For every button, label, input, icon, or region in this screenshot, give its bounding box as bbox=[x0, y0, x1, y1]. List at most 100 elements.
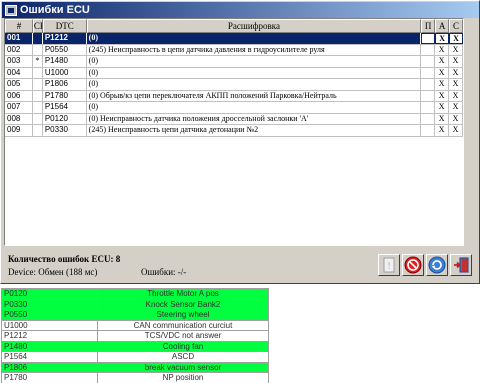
title-bar[interactable]: Ошибки ECU bbox=[2, 2, 479, 18]
error-description: (0) bbox=[87, 56, 422, 67]
dtc-meaning-cell: Knock Sensor Bank2 bbox=[97, 298, 269, 310]
error-flag-p bbox=[421, 44, 436, 55]
dtc-meaning-cell: Steering wheel bbox=[97, 309, 269, 321]
window-title: Ошибки ECU bbox=[20, 4, 90, 16]
error-dtc-code: P1212 bbox=[43, 33, 87, 44]
error-flag-a: X bbox=[435, 125, 450, 136]
error-flag-c: X bbox=[449, 102, 463, 113]
dtc-code-cell: P0120 bbox=[1, 288, 98, 300]
error-flag-c: X bbox=[449, 67, 463, 78]
error-row[interactable]: 002 P0550 (245) Неисправность в цепи датчи… bbox=[5, 44, 463, 56]
error-description: (0) bbox=[87, 102, 422, 113]
error-row[interactable]: 001 P1212 (0) X X bbox=[5, 33, 463, 45]
error-description: (245) Неисправность цепи датчика детонац… bbox=[87, 125, 422, 136]
error-description: (0) bbox=[87, 33, 422, 44]
error-ck-flag: * bbox=[33, 56, 43, 67]
error-dtc-code: P0550 bbox=[43, 44, 87, 55]
error-flag-p bbox=[421, 33, 436, 44]
error-description: (0) bbox=[87, 79, 422, 90]
error-flag-p bbox=[421, 102, 436, 113]
error-number: 006 bbox=[5, 90, 33, 101]
error-ck-flag bbox=[33, 102, 43, 113]
error-flag-c: X bbox=[449, 33, 463, 44]
dtc-code-cell: P1212 bbox=[1, 330, 98, 342]
dtc-code-cell: P1806 bbox=[1, 361, 98, 373]
table-row: U1000 CAN communication curciut bbox=[1, 319, 269, 331]
error-row[interactable]: 004 U1000 (0) X X bbox=[5, 67, 463, 79]
error-row[interactable]: 005 P1806 (0) X X bbox=[5, 79, 463, 91]
dtc-code-cell: P1780 bbox=[1, 372, 98, 383]
exit-door-icon bbox=[454, 257, 469, 273]
dtc-code-cell: P0550 bbox=[1, 309, 98, 321]
error-flag-a: X bbox=[435, 79, 450, 90]
error-dtc-code: P0120 bbox=[43, 113, 87, 124]
error-ck-flag bbox=[33, 67, 43, 78]
dtc-code-cell: P0330 bbox=[1, 298, 98, 310]
table-row: P0330 Knock Sensor Bank2 bbox=[1, 298, 269, 310]
table-row: P1780 NP position bbox=[1, 372, 269, 383]
table-row: P0550 Steering wheel bbox=[1, 309, 269, 321]
error-row[interactable]: 006 P1780 (0) Обрыв/кз цепи переключателя … bbox=[5, 90, 463, 102]
error-number: 005 bbox=[5, 79, 33, 90]
error-ck-flag bbox=[33, 90, 43, 101]
table-row: P0120 Throttle Motor A pos bbox=[1, 288, 269, 300]
error-dtc-code: U1000 bbox=[43, 67, 87, 78]
error-number: 009 bbox=[5, 125, 33, 136]
dtc-meaning-cell: break vacuum sensor bbox=[97, 361, 269, 373]
error-number: 007 bbox=[5, 102, 33, 113]
error-list[interactable]: # CK DTC Расшифровка П A C 001P1212(0)XX… bbox=[4, 18, 464, 246]
error-flag-a: X bbox=[435, 56, 450, 67]
error-flag-a: X bbox=[435, 44, 450, 55]
stop-button[interactable] bbox=[402, 254, 424, 276]
error-number: 002 bbox=[5, 44, 33, 55]
column-header-ck[interactable]: CK bbox=[32, 19, 43, 33]
error-dtc-code: P0330 bbox=[43, 125, 87, 136]
error-list-header: # CK DTC Расшифровка П A C bbox=[5, 19, 463, 33]
refresh-icon bbox=[428, 256, 446, 274]
error-number: 008 bbox=[5, 113, 33, 124]
info-button[interactable]: ! bbox=[378, 254, 400, 276]
error-ck-flag bbox=[33, 125, 43, 136]
error-number: 001 bbox=[5, 33, 33, 44]
column-header-c[interactable]: C bbox=[449, 19, 463, 33]
error-flag-c: X bbox=[449, 90, 463, 101]
error-flag-p bbox=[421, 67, 436, 78]
error-row[interactable]: 007 P1564 (0) X X bbox=[5, 102, 463, 114]
error-row[interactable]: 008 P0120 (0) Неисправность датчика положе… bbox=[5, 113, 463, 125]
dtc-meaning-cell: TCS/VDC not answer bbox=[97, 330, 269, 342]
device-status-label: Device: Обмен (188 мс) bbox=[8, 267, 98, 277]
dtc-code-cell: P1480 bbox=[1, 340, 98, 352]
error-ck-flag bbox=[33, 33, 43, 44]
error-flag-a: X bbox=[435, 67, 450, 78]
dtc-meaning-cell: CAN communication curciut bbox=[97, 319, 269, 331]
dtc-code-cell: P1564 bbox=[1, 351, 98, 363]
no-entry-icon bbox=[404, 256, 422, 274]
error-flag-a: X bbox=[435, 33, 450, 44]
error-dtc-code: P1564 bbox=[43, 102, 87, 113]
table-row: P1480 Cooling fan bbox=[1, 340, 269, 352]
info-icon: ! bbox=[383, 257, 395, 273]
error-description: (245) Неисправность в цепи датчика давле… bbox=[87, 44, 422, 55]
column-header-description[interactable]: Расшифровка bbox=[86, 19, 422, 33]
error-row[interactable]: 003 * P1480 (0) X X bbox=[5, 56, 463, 68]
refresh-button[interactable] bbox=[426, 254, 448, 276]
error-description: (0) Обрыв/кз цепи переключателя АКПП пол… bbox=[87, 90, 422, 101]
error-flag-p bbox=[421, 113, 436, 124]
column-header-p[interactable]: П bbox=[421, 19, 436, 33]
column-header-a[interactable]: A bbox=[435, 19, 450, 33]
dtc-meaning-cell: Throttle Motor A pos bbox=[97, 288, 269, 300]
error-ck-flag bbox=[33, 79, 43, 90]
column-header-num[interactable]: # bbox=[5, 19, 33, 33]
error-number: 003 bbox=[5, 56, 33, 67]
column-header-dtc[interactable]: DTC bbox=[42, 19, 87, 33]
errors-status-label: Ошибки: -/- bbox=[141, 267, 187, 277]
error-flag-a: X bbox=[435, 90, 450, 101]
exit-button[interactable] bbox=[450, 254, 472, 276]
error-flag-c: X bbox=[449, 125, 463, 136]
dtc-meaning-cell: ASCD bbox=[97, 351, 269, 363]
error-row[interactable]: 009 P0330 (245) Неисправность цепи датчика… bbox=[5, 125, 463, 137]
svg-text:!: ! bbox=[387, 261, 390, 272]
table-row: P1564 ASCD bbox=[1, 351, 269, 363]
error-flag-c: X bbox=[449, 79, 463, 90]
table-row: P1806 break vacuum sensor bbox=[1, 361, 269, 373]
